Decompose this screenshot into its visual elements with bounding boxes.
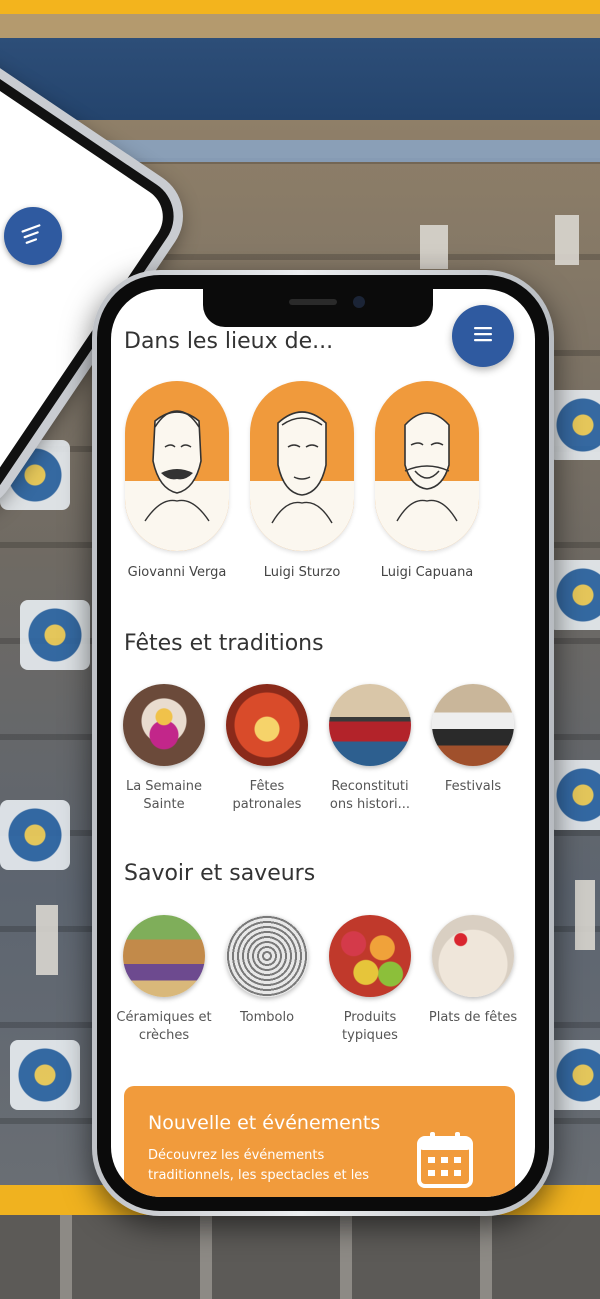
stone-block: [555, 215, 579, 265]
ceramic-tile: [10, 1040, 80, 1110]
app-screen: Dans les lieux de... Giovanni Verga Luig…: [111, 289, 535, 1197]
category-item[interactable]: Céramiques et crèches: [114, 915, 214, 1045]
category-image: [329, 684, 411, 766]
hamburger-menu-icon: [471, 324, 495, 348]
calendar-icon: [416, 1130, 474, 1194]
category-item[interactable]: Plats de fêtes: [423, 915, 523, 1027]
background-band: [0, 0, 600, 14]
background-band: [0, 14, 600, 38]
background-band: [0, 1215, 600, 1299]
events-card[interactable]: Nouvelle et événements Découvrez les évé…: [124, 1086, 515, 1197]
category-item[interactable]: Tombolo: [217, 915, 317, 1027]
menu-button[interactable]: [452, 305, 514, 367]
section-title-places: Dans les lieux de...: [124, 329, 334, 354]
person-name: Luigi Sturzo: [263, 565, 341, 580]
phone-notch: [203, 289, 433, 327]
section-title-traditions: Fêtes et traditions: [124, 631, 324, 656]
category-image: [123, 684, 205, 766]
stone-block: [36, 905, 58, 975]
ceramic-tile: [548, 390, 600, 460]
person-name: Giovanni Verga: [127, 565, 227, 580]
person-card[interactable]: Luigi Capuana: [375, 381, 479, 580]
portrait-image: [125, 381, 229, 551]
category-label: Produits typiques: [342, 1010, 398, 1043]
menu-button-secondary: [4, 207, 62, 265]
category-image: [432, 915, 514, 997]
category-image: [226, 915, 308, 997]
portrait-image: [375, 381, 479, 551]
category-label: Plats de fêtes: [428, 1010, 518, 1025]
background-band: [0, 38, 600, 120]
category-item[interactable]: Reconstituti ons histori...: [320, 684, 420, 814]
category-label: Reconstituti ons histori...: [329, 779, 411, 812]
person-name: Luigi Capuana: [380, 565, 474, 580]
ceramic-tile: [548, 1040, 600, 1110]
category-image: [329, 915, 411, 997]
category-item[interactable]: Produits typiques: [320, 915, 420, 1045]
person-card[interactable]: Giovanni Verga: [125, 381, 229, 580]
category-label: Festivals: [444, 779, 502, 794]
portrait-image: [250, 381, 354, 551]
category-image: [123, 915, 205, 997]
category-item[interactable]: Fêtes patronales: [217, 684, 317, 814]
category-image: [226, 684, 308, 766]
phone-frame: Dans les lieux de... Giovanni Verga Luig…: [92, 270, 554, 1216]
section-title-knowledge: Savoir et saveurs: [124, 861, 316, 886]
person-card[interactable]: Luigi Sturzo: [250, 381, 354, 580]
category-image: [432, 684, 514, 766]
events-card-description: Découvrez les événements traditionnels, …: [148, 1148, 370, 1183]
category-label: Fêtes patronales: [232, 779, 302, 812]
stone-block: [575, 880, 595, 950]
stone-block: [420, 225, 448, 269]
ceramic-tile: [20, 600, 90, 670]
category-item[interactable]: La Semaine Sainte: [114, 684, 214, 814]
category-label: La Semaine Sainte: [125, 779, 203, 812]
ceramic-tile: [548, 560, 600, 630]
category-item[interactable]: Festivals: [423, 684, 523, 796]
hamburger-menu-icon: [21, 224, 45, 248]
category-label: Céramiques et crèches: [116, 1010, 212, 1043]
ceramic-tile: [0, 800, 70, 870]
category-label: Tombolo: [239, 1010, 295, 1025]
ceramic-tile: [548, 760, 600, 830]
